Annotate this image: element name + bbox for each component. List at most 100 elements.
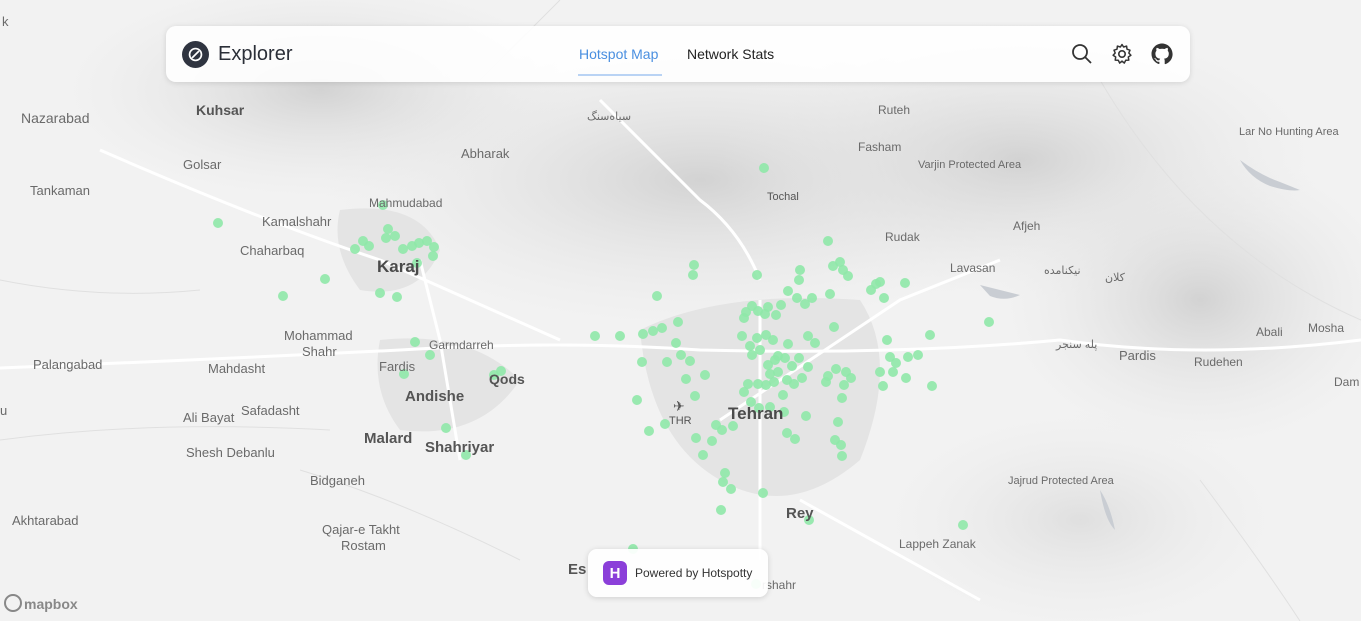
hotspot-marker[interactable]: [398, 244, 408, 254]
helium-logo-icon[interactable]: [182, 41, 209, 68]
hotspot-marker[interactable]: [637, 357, 647, 367]
hotspot-marker[interactable]: [879, 293, 889, 303]
hotspot-marker[interactable]: [662, 357, 672, 367]
map-canvas[interactable]: ✈: [0, 0, 1361, 621]
hotspot-marker[interactable]: [825, 289, 835, 299]
hotspot-marker[interactable]: [441, 423, 451, 433]
hotspot-marker[interactable]: [838, 265, 848, 275]
hotspot-marker[interactable]: [878, 381, 888, 391]
hotspot-marker[interactable]: [925, 330, 935, 340]
hotspot-marker[interactable]: [797, 373, 807, 383]
hotspot-marker[interactable]: [726, 484, 736, 494]
hotspot-marker[interactable]: [866, 285, 876, 295]
hotspot-marker[interactable]: [739, 387, 749, 397]
hotspot-marker[interactable]: [771, 310, 781, 320]
hotspot-marker[interactable]: [429, 242, 439, 252]
github-icon[interactable]: [1150, 42, 1174, 66]
hotspot-marker[interactable]: [364, 241, 374, 251]
hotspot-marker[interactable]: [759, 163, 769, 173]
hotspot-marker[interactable]: [390, 231, 400, 241]
hotspot-marker[interactable]: [839, 380, 849, 390]
hotspot-marker[interactable]: [801, 411, 811, 421]
hotspot-marker[interactable]: [638, 329, 648, 339]
hotspot-marker[interactable]: [837, 393, 847, 403]
hotspot-marker[interactable]: [428, 251, 438, 261]
hotspot-marker[interactable]: [590, 331, 600, 341]
hotspot-marker[interactable]: [782, 428, 792, 438]
hotspot-marker[interactable]: [901, 373, 911, 383]
hotspot-marker[interactable]: [789, 379, 799, 389]
hotspot-marker[interactable]: [753, 379, 763, 389]
hotspot-marker[interactable]: [783, 339, 793, 349]
hotspot-marker[interactable]: [739, 313, 749, 323]
tab-hotspot-map[interactable]: Hotspot Map: [579, 46, 658, 62]
hotspot-marker[interactable]: [758, 488, 768, 498]
hotspot-marker[interactable]: [761, 330, 771, 340]
hotspot-marker[interactable]: [927, 381, 937, 391]
hotspot-marker[interactable]: [778, 390, 788, 400]
hotspot-marker[interactable]: [681, 374, 691, 384]
hotspot-marker[interactable]: [770, 355, 780, 365]
hotspot-marker[interactable]: [773, 367, 783, 377]
tab-network-stats[interactable]: Network Stats: [687, 46, 774, 62]
hotspot-marker[interactable]: [691, 433, 701, 443]
hotspot-marker[interactable]: [615, 331, 625, 341]
hotspot-marker[interactable]: [657, 323, 667, 333]
hotspot-marker[interactable]: [958, 520, 968, 530]
hotspot-marker[interactable]: [776, 300, 786, 310]
hotspot-marker[interactable]: [700, 370, 710, 380]
hotspot-marker[interactable]: [821, 377, 831, 387]
hotspot-marker[interactable]: [913, 350, 923, 360]
hotspot-marker[interactable]: [803, 362, 813, 372]
hotspot-marker[interactable]: [783, 286, 793, 296]
hotspot-marker[interactable]: [213, 218, 223, 228]
hotspot-marker[interactable]: [632, 395, 642, 405]
hotspot-marker[interactable]: [888, 367, 898, 377]
hotspot-marker[interactable]: [833, 417, 843, 427]
hotspot-marker[interactable]: [790, 434, 800, 444]
hotspot-marker[interactable]: [780, 353, 790, 363]
hotspot-marker[interactable]: [829, 322, 839, 332]
hotspot-marker[interactable]: [652, 291, 662, 301]
hotspot-marker[interactable]: [410, 337, 420, 347]
hotspot-marker[interactable]: [745, 341, 755, 351]
powered-by-badge[interactable]: H Powered by Hotspotty: [588, 549, 768, 597]
hotspot-marker[interactable]: [763, 302, 773, 312]
hotspot-marker[interactable]: [984, 317, 994, 327]
hotspot-marker[interactable]: [717, 425, 727, 435]
hotspot-marker[interactable]: [752, 333, 762, 343]
hotspot-marker[interactable]: [320, 274, 330, 284]
hotspot-marker[interactable]: [903, 352, 913, 362]
hotspot-marker[interactable]: [900, 278, 910, 288]
hotspot-marker[interactable]: [690, 391, 700, 401]
hotspot-marker[interactable]: [716, 505, 726, 515]
hotspot-marker[interactable]: [837, 451, 847, 461]
hotspot-marker[interactable]: [823, 236, 833, 246]
hotspot-marker[interactable]: [891, 358, 901, 368]
hotspot-marker[interactable]: [381, 233, 391, 243]
hotspot-marker[interactable]: [392, 292, 402, 302]
hotspot-marker[interactable]: [752, 270, 762, 280]
hotspot-marker[interactable]: [685, 356, 695, 366]
hotspot-marker[interactable]: [755, 345, 765, 355]
hotspot-marker[interactable]: [792, 293, 802, 303]
hotspot-marker[interactable]: [644, 426, 654, 436]
hotspot-marker[interactable]: [787, 361, 797, 371]
hotspot-marker[interactable]: [648, 326, 658, 336]
hotspot-marker[interactable]: [794, 353, 804, 363]
app-brand[interactable]: Explorer: [218, 43, 292, 66]
hotspot-marker[interactable]: [875, 277, 885, 287]
hotspot-marker[interactable]: [689, 260, 699, 270]
hotspot-marker[interactable]: [795, 265, 805, 275]
hotspot-marker[interactable]: [794, 275, 804, 285]
hotspot-marker[interactable]: [278, 291, 288, 301]
hotspot-marker[interactable]: [350, 244, 360, 254]
hotspot-marker[interactable]: [882, 335, 892, 345]
hotspot-marker[interactable]: [831, 364, 841, 374]
hotspot-marker[interactable]: [737, 331, 747, 341]
hotspot-marker[interactable]: [671, 338, 681, 348]
hotspot-marker[interactable]: [676, 350, 686, 360]
hotspot-marker[interactable]: [707, 436, 717, 446]
gear-icon[interactable]: [1110, 42, 1134, 66]
mapbox-logo[interactable]: mapbox: [4, 594, 78, 612]
